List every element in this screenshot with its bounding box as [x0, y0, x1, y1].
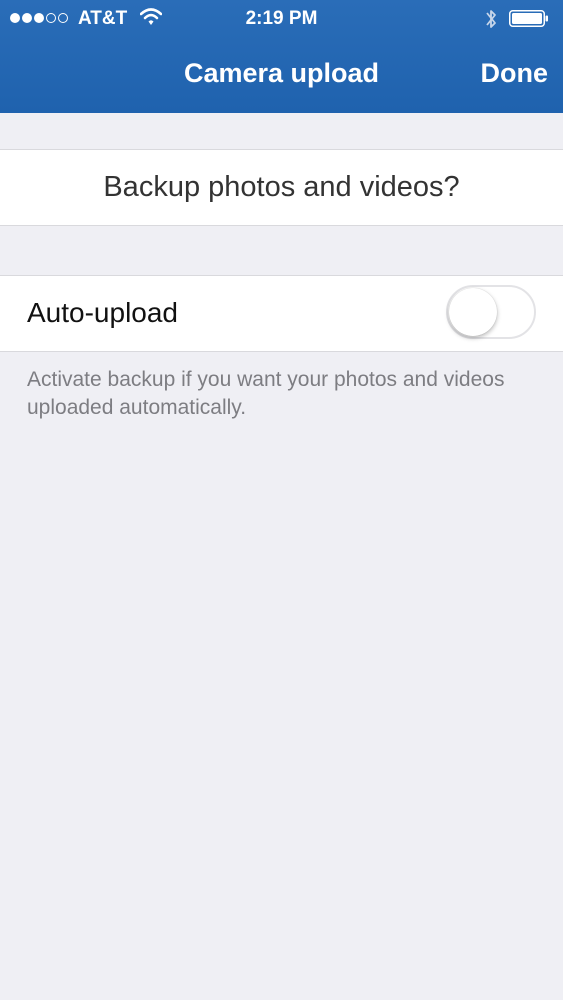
auto-upload-toggle[interactable] — [446, 285, 536, 339]
status-bar: AT&T 2:19 PM — [0, 0, 563, 40]
battery-icon — [509, 10, 548, 27]
navigation-header: AT&T 2:19 PM Camera upload Done — [0, 0, 563, 113]
auto-upload-row: Auto-upload — [0, 275, 563, 352]
status-time: 2:19 PM — [245, 8, 318, 29]
done-button[interactable]: Done — [481, 58, 549, 89]
backup-question-cell: Backup photos and videos? — [0, 149, 563, 226]
backup-question-text: Backup photos and videos? — [103, 171, 460, 203]
auto-upload-footnote: Activate backup if you want your photos … — [27, 368, 505, 419]
toggle-knob — [449, 288, 497, 336]
bluetooth-icon — [486, 10, 496, 28]
page-title: Camera upload — [183, 58, 380, 88]
auto-upload-label: Auto-upload — [27, 297, 179, 328]
